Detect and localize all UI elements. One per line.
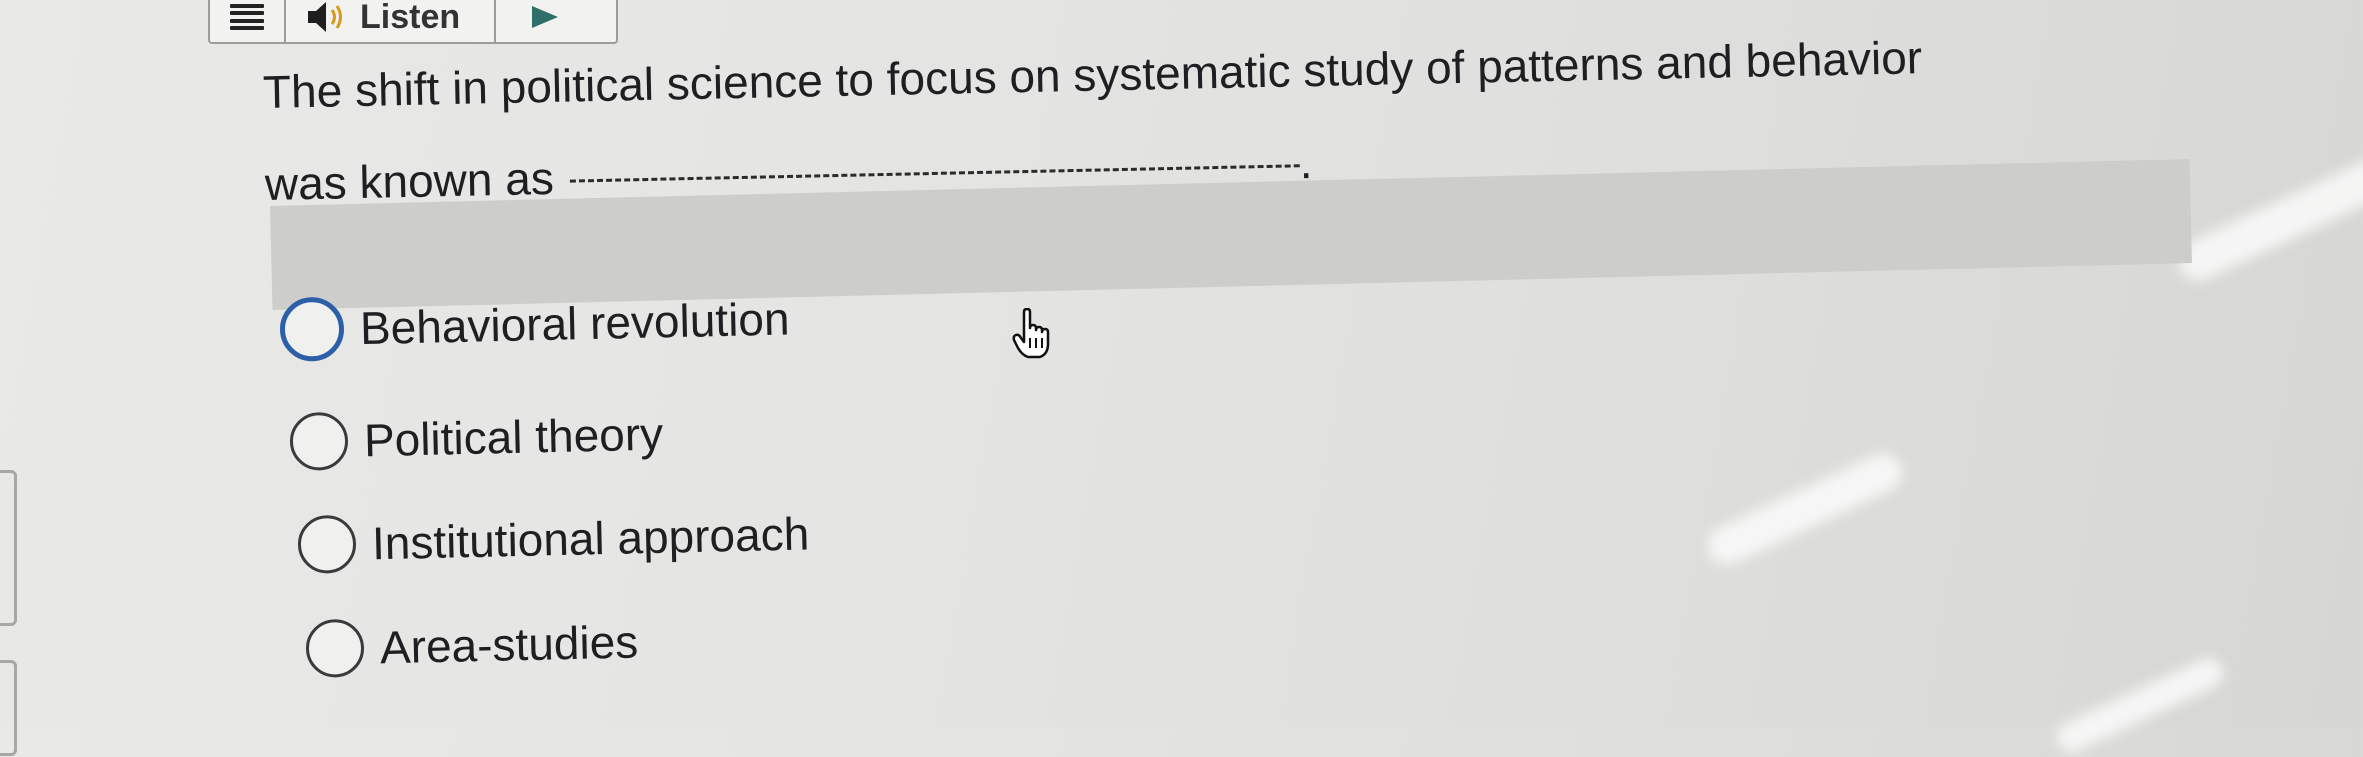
read-aloud-toolbar: Listen	[208, 0, 618, 44]
hand-pointer-cursor-icon	[1012, 308, 1050, 359]
option-label: Institutional approach	[371, 507, 810, 570]
radio-button[interactable]	[305, 618, 365, 678]
answer-blank	[569, 164, 1300, 183]
window-edge	[0, 660, 17, 756]
option-label: Political theory	[363, 407, 664, 467]
option-behavioral-revolution[interactable]: Behavioral revolution	[279, 286, 790, 362]
play-button[interactable]	[496, 0, 560, 42]
play-icon	[532, 6, 558, 28]
option-label: Area-studies	[379, 615, 639, 674]
option-political-theory[interactable]: Political theory	[289, 405, 664, 471]
speaker-icon	[308, 2, 342, 32]
menu-button[interactable]	[210, 0, 286, 42]
radio-button[interactable]	[297, 514, 357, 574]
radio-button[interactable]	[279, 296, 345, 362]
window-edge	[0, 470, 17, 626]
option-label: Behavioral revolution	[359, 292, 791, 355]
listen-label: Listen	[360, 0, 461, 36]
option-area-studies[interactable]: Area-studies	[305, 612, 639, 678]
listen-button[interactable]: Listen	[286, 0, 496, 42]
screen-glare	[2052, 653, 2228, 757]
screen-glare	[1701, 447, 1909, 571]
hamburger-menu-icon	[230, 4, 264, 30]
screen-glare	[2172, 153, 2363, 287]
option-institutional-approach[interactable]: Institutional approach	[297, 504, 810, 574]
radio-button[interactable]	[289, 411, 349, 471]
